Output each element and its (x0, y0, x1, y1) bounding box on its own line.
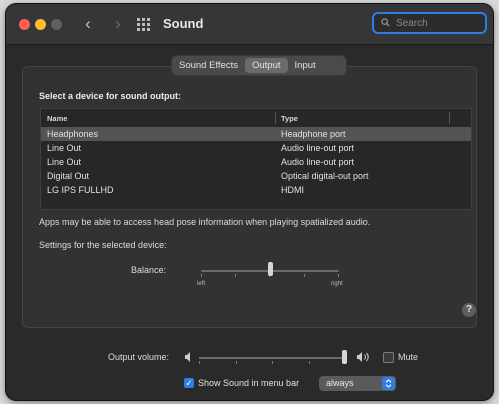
popup-selected-value: always (326, 378, 354, 388)
minimize-window-button[interactable] (35, 19, 46, 30)
balance-left-label: left (197, 281, 206, 287)
help-button[interactable]: ? (462, 303, 476, 317)
table-row[interactable]: LG IPS FULLHD HDMI (41, 183, 471, 197)
table-header: Name Type (41, 109, 471, 128)
close-window-button[interactable] (19, 19, 30, 30)
show-in-menu-bar-label: Show Sound in menu bar (198, 378, 300, 388)
balance-label: Balance: (131, 265, 167, 275)
mute-checkbox[interactable] (383, 352, 394, 363)
search-input[interactable] (396, 16, 481, 30)
popup-chevron-icon (382, 377, 395, 390)
device-type: HDMI (281, 185, 304, 195)
device-name: Headphones (47, 129, 99, 139)
slider-tick (199, 361, 200, 364)
column-header-name[interactable]: Name (47, 114, 67, 123)
slider-tick (236, 361, 237, 364)
slider-tick (338, 274, 339, 277)
output-volume-knob[interactable] (342, 350, 347, 364)
column-divider (449, 112, 450, 124)
device-name: Line Out (47, 143, 82, 153)
output-device-table: Name Type Headphones Headphone port Line… (40, 108, 472, 210)
search-field[interactable] (372, 12, 487, 34)
show-all-grid-icon[interactable] (137, 18, 150, 31)
menu-bar-visibility-popup[interactable]: always (319, 376, 396, 391)
slider-tick (235, 274, 236, 277)
table-row[interactable]: Line Out Audio line-out port (41, 141, 471, 155)
tab-input[interactable]: Input (288, 58, 323, 73)
show-in-menu-bar-checkbox[interactable]: ✓ (184, 378, 194, 388)
device-type: Audio line-out port (281, 157, 355, 167)
device-name: Digital Out (47, 171, 90, 181)
search-icon (381, 18, 390, 27)
balance-right-label: right (331, 281, 343, 287)
device-name: LG IPS FULLHD (47, 185, 114, 195)
mute-label: Mute (398, 352, 419, 362)
title-bar: ‹ › Sound (6, 4, 493, 45)
spatial-audio-note: Apps may be able to access head pose inf… (39, 217, 371, 227)
table-row[interactable]: Digital Out Optical digital-out port (41, 169, 471, 183)
slider-tick (272, 361, 273, 364)
device-select-heading: Select a device for sound output: (39, 91, 182, 101)
output-volume-label: Output volume: (108, 352, 170, 362)
column-divider (275, 112, 276, 124)
sound-preferences-window: ‹ › Sound Sound Effects Output Input Sel… (6, 4, 493, 400)
back-button[interactable]: ‹ (79, 14, 97, 34)
tab-bar: Sound Effects Output Input (172, 56, 346, 75)
column-header-type[interactable]: Type (281, 114, 298, 123)
table-row[interactable]: Headphones Headphone port (41, 127, 471, 141)
device-type: Audio line-out port (281, 143, 355, 153)
speaker-low-icon (185, 352, 190, 362)
slider-tick (304, 274, 305, 277)
device-type: Optical digital-out port (281, 171, 369, 181)
slider-tick (309, 361, 310, 364)
output-panel: Select a device for sound output: Name T… (22, 66, 477, 328)
tab-sound-effects[interactable]: Sound Effects (172, 58, 245, 73)
slider-tick (201, 274, 202, 277)
device-name: Line Out (47, 157, 82, 167)
table-row[interactable]: Line Out Audio line-out port (41, 155, 471, 169)
balance-slider-knob[interactable] (268, 262, 273, 276)
tab-output[interactable]: Output (244, 58, 288, 73)
forward-button[interactable]: › (109, 14, 127, 34)
speaker-high-icon (357, 352, 369, 362)
device-type: Headphone port (281, 129, 346, 139)
device-settings-label: Settings for the selected device: (39, 240, 167, 250)
zoom-window-button[interactable] (51, 19, 62, 30)
output-volume-slider[interactable] (199, 357, 346, 359)
window-title: Sound (163, 16, 204, 31)
